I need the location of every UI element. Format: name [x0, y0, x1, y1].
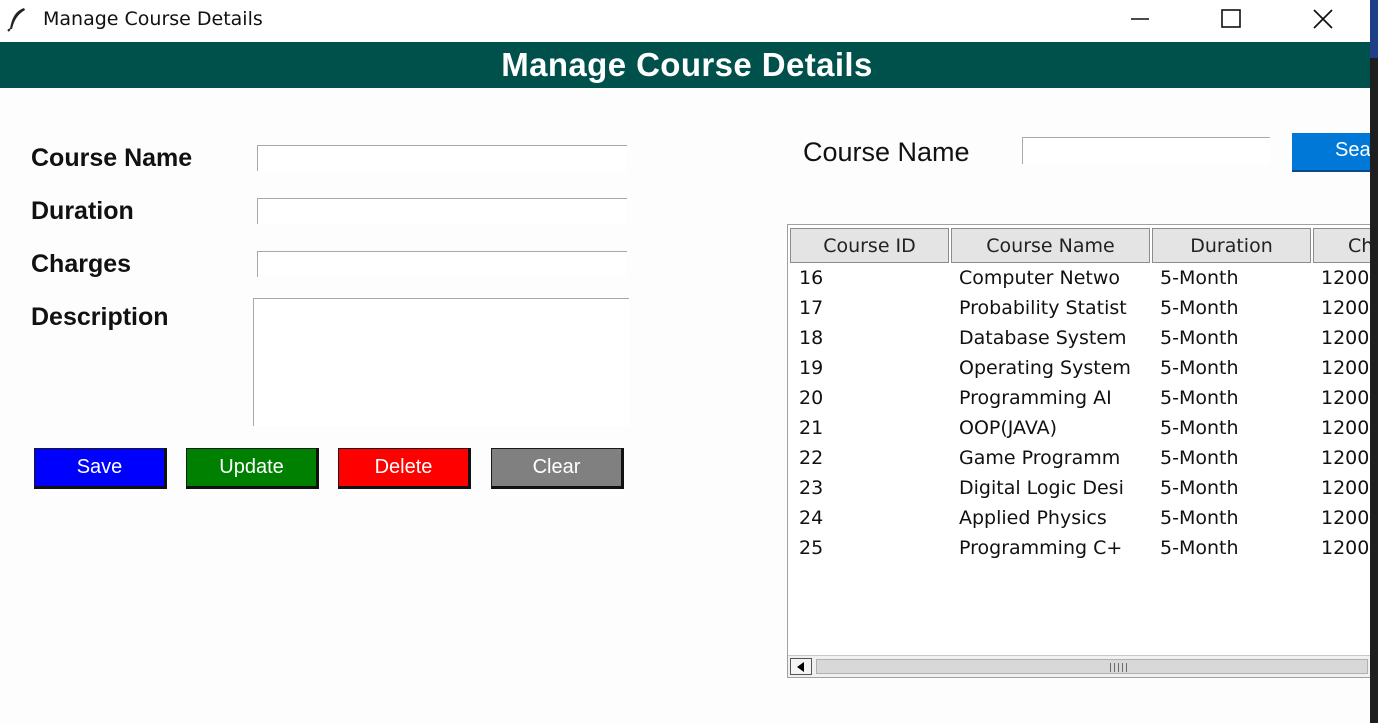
- description-textarea[interactable]: [253, 298, 629, 426]
- course-name-label: Course Name: [31, 144, 193, 172]
- cell-course-name: OOP(JAVA): [959, 417, 1058, 439]
- scroll-left-arrow-icon[interactable]: [790, 658, 812, 675]
- cell-charges: 1200(: [1321, 477, 1370, 499]
- table-row[interactable]: 25 Programming C+ 5-Month 1200(: [788, 534, 1370, 564]
- cell-charges: 1200(: [1321, 507, 1370, 529]
- search-input[interactable]: [1022, 137, 1270, 164]
- cell-course-id: 25: [799, 537, 824, 559]
- cell-course-id: 21: [799, 417, 824, 439]
- cell-charges: 1200(: [1321, 327, 1370, 349]
- feather-icon: [7, 8, 25, 32]
- cell-course-id: 24: [799, 507, 824, 529]
- close-button[interactable]: [1293, 0, 1353, 38]
- cell-course-id: 19: [799, 357, 824, 379]
- minimize-icon: [1131, 18, 1149, 20]
- cell-duration: 5-Month: [1160, 447, 1239, 469]
- table-row[interactable]: 18 Database System 5-Month 1200(: [788, 324, 1370, 354]
- cell-duration: 5-Month: [1160, 387, 1239, 409]
- screen-edge: [1370, 0, 1378, 723]
- table-row[interactable]: 19 Operating System 5-Month 1200(: [788, 354, 1370, 384]
- horizontal-scrollbar[interactable]: [788, 655, 1370, 677]
- cell-duration: 5-Month: [1160, 357, 1239, 379]
- charges-label: Charges: [31, 250, 132, 278]
- minimize-button[interactable]: [1110, 0, 1170, 38]
- course-name-input[interactable]: [257, 145, 627, 171]
- cell-course-id: 20: [799, 387, 824, 409]
- duration-label: Duration: [31, 197, 134, 225]
- description-label: Description: [31, 303, 169, 331]
- table-row[interactable]: 23 Digital Logic Desi 5-Month 1200(: [788, 474, 1370, 504]
- duration-input[interactable]: [257, 198, 627, 224]
- cell-duration: 5-Month: [1160, 537, 1239, 559]
- close-icon: [1313, 9, 1333, 29]
- update-button[interactable]: Update: [186, 448, 319, 489]
- table-row[interactable]: 24 Applied Physics 5-Month 1200(: [788, 504, 1370, 534]
- cell-course-id: 17: [799, 297, 824, 319]
- delete-button[interactable]: Delete: [338, 448, 471, 489]
- cell-course-name: Applied Physics: [959, 507, 1107, 529]
- cell-duration: 5-Month: [1160, 507, 1239, 529]
- charges-input[interactable]: [257, 251, 627, 277]
- cell-charges: 1200(: [1321, 447, 1370, 469]
- column-header-course-id[interactable]: Course ID: [790, 228, 949, 263]
- search-course-name-label: Course Name: [803, 137, 970, 167]
- cell-course-name: Programming AI: [959, 387, 1112, 409]
- cell-charges: 1200(: [1321, 387, 1370, 409]
- search-button-label: Sea: [1335, 139, 1370, 161]
- cell-charges: 1200(: [1321, 297, 1370, 319]
- scrollbar-thumb[interactable]: [816, 659, 1368, 674]
- cell-course-name: Game Programm: [959, 447, 1121, 469]
- cell-duration: 5-Month: [1160, 267, 1239, 289]
- cell-duration: 5-Month: [1160, 477, 1239, 499]
- cell-duration: 5-Month: [1160, 297, 1239, 319]
- page-header: Manage Course Details: [0, 42, 1370, 88]
- table-row[interactable]: 22 Game Programm 5-Month 1200(: [788, 444, 1370, 474]
- clear-button[interactable]: Clear: [491, 448, 624, 489]
- cell-duration: 5-Month: [1160, 327, 1239, 349]
- cell-duration: 5-Month: [1160, 417, 1239, 439]
- maximize-icon: [1221, 9, 1241, 28]
- table-row[interactable]: 20 Programming AI 5-Month 1200(: [788, 384, 1370, 414]
- grip-icon: [1110, 663, 1130, 672]
- cell-course-id: 18: [799, 327, 824, 349]
- column-header-duration[interactable]: Duration: [1152, 228, 1311, 263]
- cell-course-name: Computer Netwo: [959, 267, 1121, 289]
- cell-course-name: Probability Statist: [959, 297, 1127, 319]
- search-button[interactable]: Sea: [1292, 133, 1370, 172]
- cell-course-id: 23: [799, 477, 824, 499]
- cell-charges: 1200(: [1321, 417, 1370, 439]
- table-row[interactable]: 17 Probability Statist 5-Month 1200(: [788, 294, 1370, 324]
- cell-course-id: 16: [799, 267, 824, 289]
- column-header-charges[interactable]: Ch: [1313, 228, 1370, 263]
- page-title: Manage Course Details: [501, 46, 873, 83]
- column-header-course-name[interactable]: Course Name: [951, 228, 1150, 263]
- window-title-bar: Manage Course Details: [0, 0, 1370, 42]
- cell-course-id: 22: [799, 447, 824, 469]
- save-button[interactable]: Save: [34, 448, 167, 489]
- cell-course-name: Programming C+: [959, 537, 1123, 559]
- cell-charges: 1200(: [1321, 357, 1370, 379]
- cell-course-name: Database System: [959, 327, 1127, 349]
- cell-course-name: Operating System: [959, 357, 1131, 379]
- table-row[interactable]: 21 OOP(JAVA) 5-Month 1200(: [788, 414, 1370, 444]
- maximize-button[interactable]: [1201, 0, 1261, 38]
- window-title: Manage Course Details: [43, 8, 263, 30]
- cell-charges: 1200(: [1321, 267, 1370, 289]
- cell-charges: 1200(: [1321, 537, 1370, 559]
- cell-course-name: Digital Logic Desi: [959, 477, 1124, 499]
- table-row[interactable]: 16 Computer Netwo 5-Month 1200(: [788, 264, 1370, 294]
